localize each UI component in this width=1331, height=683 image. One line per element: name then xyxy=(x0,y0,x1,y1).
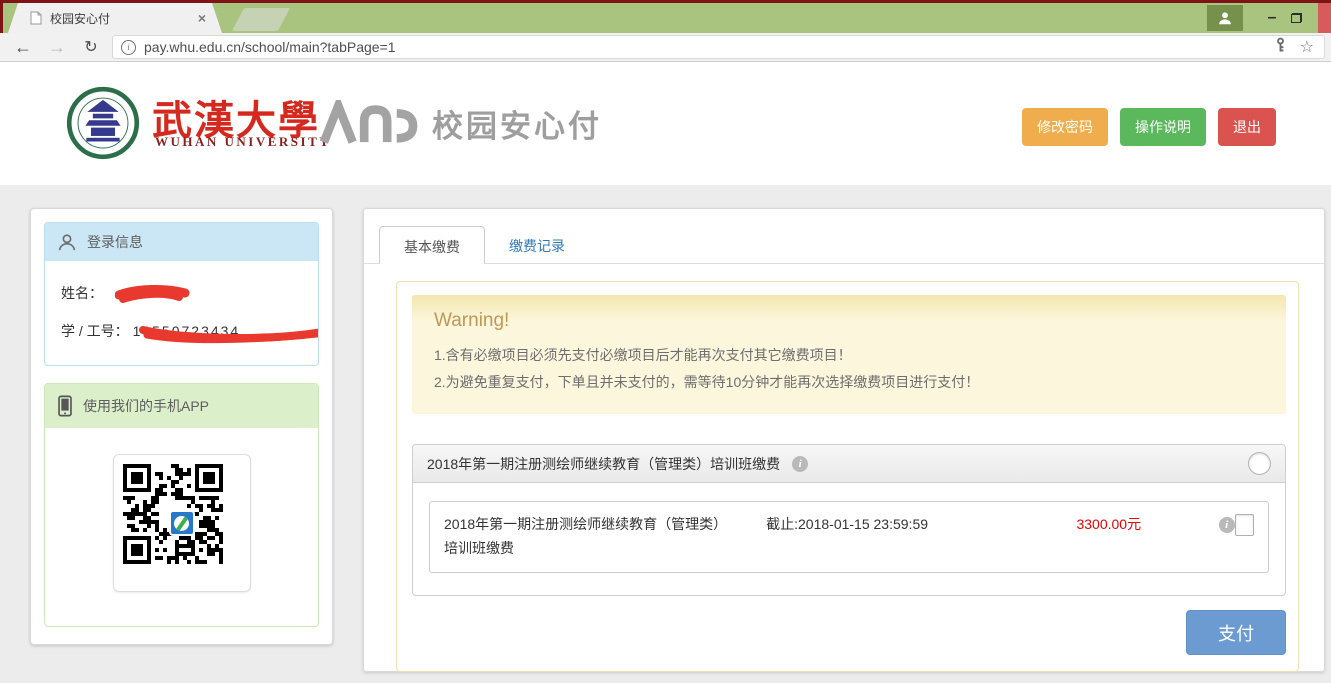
tab-title: 校园安心付 xyxy=(50,10,198,27)
new-tab-button[interactable] xyxy=(232,8,290,31)
qr-code xyxy=(113,454,251,592)
url-text[interactable]: pay.whu.edu.cn/school/main?tabPage=1 xyxy=(144,39,1273,55)
name-row: 姓名： xyxy=(61,283,302,303)
window-top-border xyxy=(0,0,1331,3)
browser-tabbar: 校园安心付 × – xyxy=(0,3,1331,33)
minimize-button[interactable]: – xyxy=(1257,9,1287,27)
change-password-button[interactable]: 修改密码 xyxy=(1022,108,1108,146)
item-info-wrap: i xyxy=(1219,515,1235,533)
page-icon xyxy=(30,11,42,25)
id-label: 学 / 工号： xyxy=(61,323,129,339)
password-key-icon[interactable] xyxy=(1273,37,1288,58)
group-info-icon[interactable]: i xyxy=(792,456,808,472)
mobile-app-panel: 使用我们的手机APP xyxy=(44,383,319,627)
login-info-body: 姓名： 学 / 工号： 19550723434 xyxy=(45,261,318,365)
group-radio-button[interactable] xyxy=(1248,452,1271,475)
university-name-en: WUHAN UNIVERSITY xyxy=(155,134,331,150)
warning-title: Warning! xyxy=(434,310,1264,332)
pay-row: 支付 xyxy=(412,610,1286,655)
browser-chrome: 校园安心付 × – ← → ↻ i pay.whu.edu.cn/school/… xyxy=(0,0,1331,62)
browser-toolbar: ← → ↻ i pay.whu.edu.cn/school/main?tabPa… xyxy=(0,33,1331,62)
header-buttons: 修改密码 操作说明 退出 xyxy=(1022,108,1276,146)
forward-button[interactable]: → xyxy=(46,37,68,58)
content-tabs: 基本缴费 缴费记录 xyxy=(364,209,1324,264)
whu-seal-logo xyxy=(66,86,140,165)
restore-button[interactable] xyxy=(1291,13,1302,23)
site-header: 武漢大學 WUHAN UNIVERSITY 校园安心付 修改密码 操作说明 退出 xyxy=(0,62,1331,185)
payment-group: 2018年第一期注册测绘师继续教育（管理类）培训班缴费 i 2018年第一期注册… xyxy=(412,444,1286,596)
mobile-app-body xyxy=(45,428,318,626)
payment-panel: Warning! 1.含有必缴项目必须先支付必缴项目后才能再次支付其它缴费项目！… xyxy=(396,281,1299,672)
payment-item-name: 2018年第一期注册测绘师继续教育（管理类）培训班缴费 xyxy=(444,512,732,560)
reload-button[interactable]: ↻ xyxy=(80,37,102,57)
brand-name: 校园安心付 xyxy=(432,101,602,146)
payment-group-header[interactable]: 2018年第一期注册测绘师继续教育（管理类）培训班缴费 i xyxy=(413,445,1285,483)
pay-button[interactable]: 支付 xyxy=(1186,610,1286,655)
anp-logo-icon xyxy=(318,100,418,146)
mobile-app-header: 使用我们的手机APP xyxy=(45,384,318,428)
name-label: 姓名： xyxy=(61,285,103,301)
login-info-title: 登录信息 xyxy=(87,232,143,252)
phone-icon xyxy=(57,395,73,417)
close-button[interactable] xyxy=(1318,3,1331,33)
payment-group-title: 2018年第一期注册测绘师继续教育（管理类）培训班缴费 xyxy=(427,454,780,474)
browser-tab[interactable]: 校园安心付 × xyxy=(8,3,222,33)
brand-logo: 校园安心付 xyxy=(318,100,602,146)
sidebar-card: 登录信息 姓名： 学 / 工号： 19550723434 xyxy=(30,208,333,645)
payment-item-deadline: 截止:2018-01-15 23:59:59 xyxy=(766,512,1026,536)
tab-close-icon[interactable]: × xyxy=(198,10,206,26)
warning-box: Warning! 1.含有必缴项目必须先支付必缴项目后才能再次支付其它缴费项目！… xyxy=(412,295,1286,414)
item-checkbox[interactable] xyxy=(1235,514,1254,536)
profile-icon[interactable] xyxy=(1207,5,1243,31)
id-value: 19550723434 xyxy=(133,323,241,339)
login-info-header: 登录信息 xyxy=(45,223,318,261)
window-controls: – xyxy=(1207,3,1331,33)
logout-button[interactable]: 退出 xyxy=(1218,108,1276,146)
instructions-button[interactable]: 操作说明 xyxy=(1120,108,1206,146)
name-redaction-scribble xyxy=(115,283,191,305)
back-button[interactable]: ← xyxy=(12,37,34,58)
warning-line-2: 2.为避免重复支付，下单且并未支付的，需等待10分钟才能再次选择缴费项目进行支付… xyxy=(434,369,1264,396)
warning-line-1: 1.含有必缴项目必须先支付必缴项目后才能再次支付其它缴费项目！ xyxy=(434,342,1264,369)
mobile-app-title: 使用我们的手机APP xyxy=(83,396,209,416)
payment-group-body: 2018年第一期注册测绘师继续教育（管理类）培训班缴费 截止:2018-01-1… xyxy=(413,483,1285,595)
screen: 校园安心付 × – ← → ↻ i pay.whu.edu.cn/school/… xyxy=(0,0,1331,683)
payment-item-price: 3300.00元 xyxy=(1076,512,1206,536)
tab-payment-records[interactable]: 缴费记录 xyxy=(485,226,589,263)
payment-item-row[interactable]: 2018年第一期注册测绘师继续教育（管理类）培训班缴费 截止:2018-01-1… xyxy=(429,501,1269,573)
id-row: 学 / 工号： 19550723434 xyxy=(61,321,302,341)
address-bar[interactable]: i pay.whu.edu.cn/school/main?tabPage=1 ☆ xyxy=(112,35,1325,59)
main-card: 基本缴费 缴费记录 Warning! 1.含有必缴项目必须先支付必缴项目后才能再… xyxy=(363,208,1325,672)
login-info-panel: 登录信息 姓名： 学 / 工号： 19550723434 xyxy=(44,222,319,366)
user-icon xyxy=(57,232,77,252)
tab-basic-payment[interactable]: 基本缴费 xyxy=(379,226,485,264)
site-info-icon[interactable]: i xyxy=(121,40,136,55)
qr-app-icon xyxy=(169,510,195,536)
item-info-icon[interactable]: i xyxy=(1219,517,1235,533)
bookmark-star-icon[interactable]: ☆ xyxy=(1300,37,1314,57)
